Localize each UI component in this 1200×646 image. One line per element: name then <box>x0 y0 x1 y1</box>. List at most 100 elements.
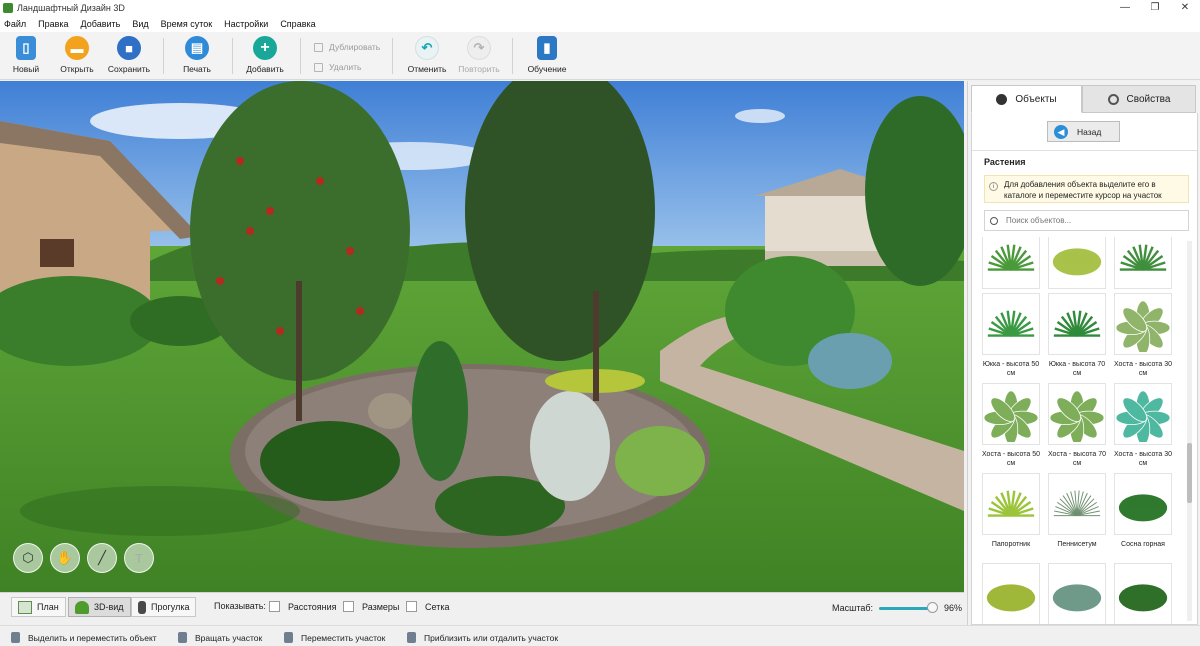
tab-objects[interactable]: Объекты <box>971 85 1082 113</box>
catalog-item-name: Хоста - высота 70 см <box>1047 451 1107 467</box>
select-object-tool-button[interactable]: ⬡ <box>13 543 43 573</box>
plant-thumbnail-image <box>1048 293 1106 355</box>
save-button[interactable]: ■ Сохранить <box>103 36 155 78</box>
menu-time-of-day[interactable]: Время суток <box>161 19 213 29</box>
grid-label: Сетка <box>425 601 450 612</box>
catalog-item-name: Юкка - высота 50 см <box>982 361 1040 377</box>
menu-file[interactable]: Файл <box>4 19 26 29</box>
search-input[interactable] <box>1006 216 1176 225</box>
distances-checkbox-box[interactable] <box>269 601 280 612</box>
window-title: Ландшафтный Дизайн 3D <box>17 3 125 13</box>
catalog-item-name: Пеннисетум <box>1057 541 1097 548</box>
menu-help[interactable]: Справка <box>280 19 315 29</box>
text-icon: T <box>135 550 143 566</box>
catalog-item[interactable]: Хоста - высота 30 см <box>1112 383 1174 468</box>
menu-edit[interactable]: Правка <box>38 19 68 29</box>
plant-thumbnail-image <box>1048 563 1106 624</box>
floppy-icon: ■ <box>117 36 141 60</box>
scale-label: Масштаб: <box>832 603 874 613</box>
new-label: Новый <box>12 64 40 74</box>
catalog-item-name: Хоста - высота 50 см <box>981 451 1041 467</box>
catalog-grid: Куст мяты Спирея розовая Юкка - высота 3… <box>980 237 1180 624</box>
hand-tool-button[interactable]: ✋ <box>50 543 80 573</box>
redo-button[interactable]: ↷ Повторить <box>453 36 505 78</box>
distances-checkbox[interactable]: Расстояния <box>269 601 336 612</box>
plan-icon <box>18 600 32 614</box>
menu-view[interactable]: Вид <box>132 19 148 29</box>
undo-button[interactable]: ↶ Отменить <box>401 36 453 78</box>
catalog-scrollbar-thumb[interactable] <box>1187 443 1192 503</box>
tab-3d-view[interactable]: 3D-вид <box>68 597 131 617</box>
tab-plan-label: План <box>37 602 59 612</box>
toolbar-divider <box>300 38 301 74</box>
catalog-scrollbar[interactable] <box>1187 241 1192 621</box>
tree-icon <box>75 600 89 614</box>
mouse-icon <box>284 632 293 643</box>
tutorial-label: Обучение <box>527 64 567 74</box>
catalog-item[interactable]: Юкка - высота 70 см <box>1046 293 1108 378</box>
sizes-checkbox[interactable]: Размеры <box>343 601 399 612</box>
minimize-button[interactable]: — <box>1110 0 1140 16</box>
scale-slider-handle[interactable] <box>927 602 938 613</box>
sizes-checkbox-box[interactable] <box>343 601 354 612</box>
catalog-item[interactable]: Юкка - высота 50 см <box>980 293 1042 378</box>
plant-thumbnail-image <box>1048 473 1106 535</box>
back-label: Назад <box>1077 126 1102 137</box>
tab-walk[interactable]: Прогулка <box>131 597 197 617</box>
catalog-item[interactable]: Хоста - высота 30 см <box>1112 293 1174 378</box>
undo-icon: ↶ <box>415 36 439 60</box>
catalog-item[interactable] <box>980 563 1042 624</box>
search-box[interactable] <box>984 210 1189 231</box>
duplicate-icon <box>314 42 323 52</box>
status-zoom-text: Приблизить или отдалить участок <box>424 632 559 643</box>
catalog-item[interactable] <box>1046 563 1108 624</box>
duplicate-button[interactable]: Дублировать <box>314 42 380 52</box>
menu-bar: Файл Правка Добавить Вид Время суток Нас… <box>0 16 1200 32</box>
menu-add[interactable]: Добавить <box>81 19 121 29</box>
new-button[interactable]: ▯ Новый <box>0 36 52 78</box>
back-button[interactable]: ◀ Назад <box>1047 121 1120 142</box>
catalog-item[interactable]: Хоста - высота 50 см <box>980 383 1042 468</box>
tutorial-button[interactable]: ▮ Обучение <box>521 36 573 78</box>
grid-checkbox-box[interactable] <box>406 601 417 612</box>
hint-box: i Для добавления объекта выделите его в … <box>984 175 1189 203</box>
status-rotate-text: Вращать участок <box>195 632 263 643</box>
3d-viewport[interactable]: ⬡ ✋ ╱ T <box>0 81 964 592</box>
text-tool-button[interactable]: T <box>124 543 154 573</box>
app-logo-icon <box>3 3 13 13</box>
add-label: Добавить <box>246 64 284 74</box>
catalog-item-name: Юкка - высота 70 см <box>1048 361 1106 377</box>
save-label: Сохранить <box>107 64 151 74</box>
add-button[interactable]: + Добавить <box>239 36 291 78</box>
objects-panel: Объекты Свойства ◀ Назад Растения i Для … <box>967 81 1200 625</box>
hint-text: Для добавления объекта выделите его в ка… <box>1004 180 1162 200</box>
show-label: Показывать: <box>214 601 266 611</box>
tab-walk-label: Прогулка <box>151 602 190 612</box>
close-button[interactable]: ✕ <box>1170 0 1200 16</box>
status-bar: Выделить и переместить объект Вращать уч… <box>0 625 1200 646</box>
tab-properties[interactable]: Свойства <box>1082 85 1196 113</box>
scale-value: 96% <box>944 603 963 613</box>
catalog-item[interactable]: Сосна горная <box>1112 473 1174 549</box>
delete-button[interactable]: Удалить <box>314 62 361 72</box>
print-button[interactable]: ▤ Печать <box>171 36 223 78</box>
grid-checkbox[interactable]: Сетка <box>406 601 449 612</box>
toolbar-divider <box>512 38 513 74</box>
catalog-item[interactable] <box>1112 563 1174 624</box>
catalog-item[interactable]: Пеннисетум <box>1046 473 1108 549</box>
tab-objects-label: Объекты <box>1015 93 1057 105</box>
menu-settings[interactable]: Настройки <box>224 19 268 29</box>
catalog-item[interactable]: Хоста - высота 70 см <box>1046 383 1108 468</box>
duplicate-label: Дублировать <box>329 42 381 52</box>
ruler-tool-button[interactable]: ╱ <box>87 543 117 573</box>
plant-thumbnail-image <box>982 473 1040 535</box>
new-file-icon: ▯ <box>16 36 36 60</box>
mouse-icon <box>11 632 20 643</box>
plant-thumbnail-image <box>1048 237 1106 289</box>
tab-plan[interactable]: План <box>11 597 66 617</box>
restore-button[interactable]: ❐ <box>1140 0 1170 16</box>
open-button[interactable]: ▬ Открыть <box>51 36 103 78</box>
distances-label: Расстояния <box>288 601 337 612</box>
plus-icon: + <box>253 36 277 60</box>
catalog-item[interactable]: Папоротник <box>980 473 1042 549</box>
